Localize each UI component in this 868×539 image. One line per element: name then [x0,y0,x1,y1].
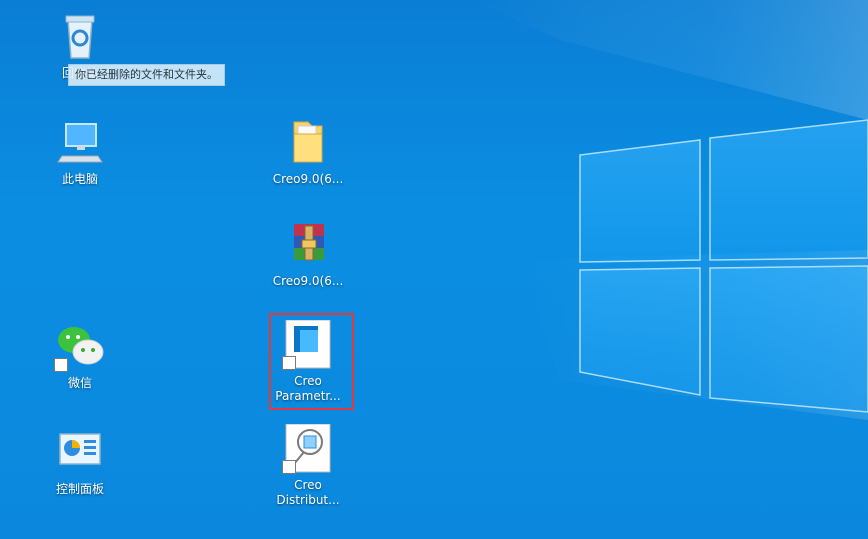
shortcut-arrow-icon [282,460,296,474]
desktop: 回收站 你已经删除的文件和文件夹。 此电脑 微信 [0,0,868,539]
creo-parametric-icon [280,319,336,370]
desktop-icon-this-pc[interactable]: 此电脑 [40,118,120,187]
desktop-icon-label: Creo Parametr... [275,374,341,403]
shortcut-arrow-icon [54,358,68,372]
desktop-icon-label: 此电脑 [61,172,98,186]
desktop-icon-creo-folder[interactable]: Creo9.0(6... [268,118,348,187]
desktop-icon-wechat[interactable]: 微信 [40,322,120,391]
shortcut-arrow-icon [282,356,296,370]
desktop-icon-label: Creo9.0(6... [272,172,344,186]
recycle-bin-icon [52,12,108,62]
desktop-icon-creo-archive[interactable]: Creo9.0(6... [268,220,348,289]
desktop-icon-creo-parametric[interactable]: Creo Parametr... [268,319,348,404]
winrar-archive-icon [280,220,336,270]
desktop-icon-label: 微信 [67,376,92,390]
computer-icon [52,118,108,168]
control-panel-icon [52,428,108,478]
creo-distributed-icon [280,423,336,474]
wechat-icon [52,322,108,372]
desktop-icon-label: 控制面板 [55,482,104,496]
folder-icon [280,118,336,168]
desktop-icon-control-panel[interactable]: 控制面板 [40,428,120,497]
tooltip: 你已经删除的文件和文件夹。 [68,64,225,86]
desktop-icon-creo-distributed[interactable]: Creo Distribut... [268,423,348,508]
desktop-icon-label: Creo9.0(6... [272,274,344,288]
desktop-icon-label: Creo Distribut... [276,478,340,507]
